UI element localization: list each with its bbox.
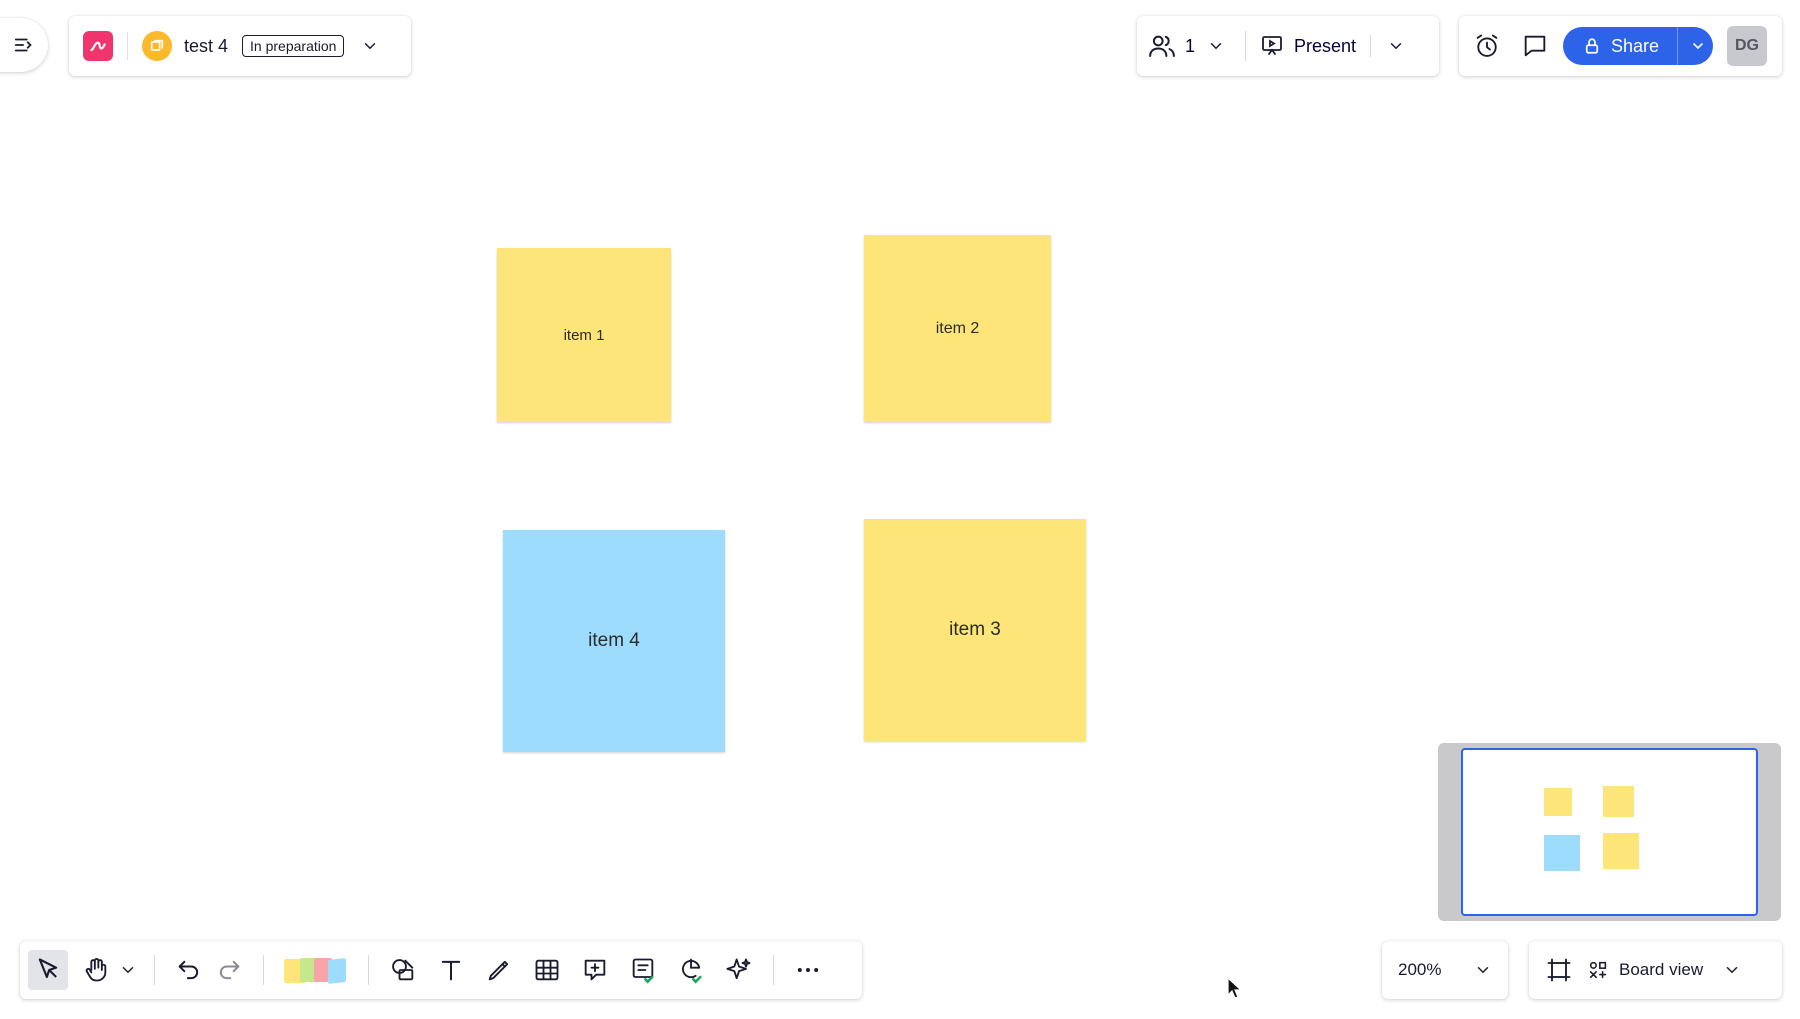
board-view-button[interactable]: Board view (1587, 959, 1741, 981)
divider (263, 955, 264, 985)
card-tool-button[interactable] (623, 950, 663, 990)
divider (773, 955, 774, 985)
sticky-note[interactable]: item 2 (864, 235, 1051, 422)
chevron-down-icon (1726, 967, 1738, 974)
present-icon (1262, 36, 1282, 55)
hand-icon (85, 958, 107, 982)
card-check-icon (632, 958, 654, 984)
comment-icon (1524, 35, 1546, 57)
sticky-note-text: item 3 (949, 619, 1001, 640)
lock-icon (1585, 38, 1599, 54)
shapes-tool-button[interactable] (383, 950, 423, 990)
pen-tool-button[interactable] (479, 950, 519, 990)
present-label: Present (1294, 35, 1357, 56)
divider (1677, 27, 1679, 65)
timer-button[interactable] (1467, 26, 1507, 66)
chevron-down-icon (1477, 967, 1489, 974)
collaboration-panel: 1 Present (1137, 16, 1439, 76)
frame-icon (1547, 958, 1571, 982)
sticky-note[interactable]: item 4 (503, 530, 725, 752)
view-control: Board view (1529, 941, 1782, 999)
bottom-toolbar (20, 941, 862, 999)
chevron-down-icon (365, 43, 376, 50)
comment-tool-button[interactable] (575, 950, 615, 990)
sync-tool-button[interactable] (671, 950, 711, 990)
minimap-sticky (1544, 835, 1580, 871)
sticky-note-text: item 1 (563, 326, 605, 344)
hand-tool-button[interactable] (76, 950, 116, 990)
more-tools-button[interactable] (788, 950, 828, 990)
redo-button[interactable] (209, 950, 249, 990)
board-view-icon (1589, 961, 1607, 979)
ai-tool-button[interactable] (719, 950, 759, 990)
chevron-down-icon[interactable] (1201, 26, 1231, 66)
minimap[interactable] (1438, 743, 1781, 921)
text-tool-button[interactable] (431, 950, 471, 990)
divider (1370, 35, 1372, 57)
select-tool-button[interactable] (28, 950, 68, 990)
comments-button[interactable] (1515, 26, 1555, 66)
board-view-label: Board view (1619, 960, 1704, 979)
board-icon[interactable] (142, 31, 172, 61)
undo-icon (178, 960, 199, 980)
present-button[interactable]: Present (1260, 34, 1356, 58)
chevron-down-icon[interactable] (1690, 38, 1706, 54)
present-options-button[interactable] (1381, 26, 1411, 66)
board-menu-button[interactable] (356, 26, 384, 66)
chevron-down-icon (1390, 43, 1402, 50)
users-icon (1149, 35, 1175, 57)
menu-collapse-icon (14, 38, 32, 52)
pen-icon (488, 960, 509, 981)
cursor-arrow-icon (38, 958, 58, 979)
more-horizontal-icon (797, 968, 819, 972)
table-tool-button[interactable] (527, 950, 567, 990)
divider (1245, 31, 1247, 61)
board-header: test 4 In preparation (69, 16, 411, 76)
timer-icon (1476, 34, 1498, 57)
sparkle-icon (726, 958, 751, 980)
minimap-sticky (1603, 833, 1639, 869)
minimap-sticky (1603, 786, 1634, 817)
shapes-icon (392, 959, 414, 981)
app-logo-icon[interactable] (83, 31, 113, 61)
divider (154, 955, 155, 985)
sync-check-icon (682, 958, 702, 984)
text-icon (441, 960, 461, 981)
tool-options-button[interactable] (116, 950, 140, 990)
share-button[interactable]: Share (1563, 27, 1713, 65)
zoom-level: 200% (1398, 960, 1442, 979)
sidebar-toggle-button[interactable] (0, 18, 48, 72)
undo-button[interactable] (169, 950, 209, 990)
redo-icon (219, 960, 240, 980)
board-title[interactable]: test 4 (184, 36, 228, 57)
divider (127, 32, 128, 60)
table-icon (535, 959, 559, 981)
chevron-down-icon (122, 967, 134, 974)
collaborator-count: 1 (1185, 35, 1196, 56)
zoom-control[interactable]: 200% (1382, 941, 1508, 999)
sticky-note-text: item 2 (935, 319, 980, 337)
sticky-note[interactable]: item 3 (864, 519, 1086, 741)
avatar-initials: DG (1735, 37, 1759, 54)
sticky-notes-tool-button[interactable] (278, 950, 354, 990)
sticky-stack-icon (328, 958, 346, 984)
comment-add-icon (584, 959, 606, 981)
mouse-cursor-icon (1227, 977, 1243, 999)
minimap-sticky (1544, 788, 1572, 816)
share-label: Share (1611, 35, 1660, 56)
divider (368, 955, 369, 985)
avatar[interactable]: DG (1727, 26, 1767, 66)
sticky-note[interactable]: item 1 (497, 248, 671, 422)
status-badge[interactable]: In preparation (242, 35, 345, 57)
actions-panel: Share DG (1459, 16, 1782, 76)
collaborators-button[interactable]: 1 (1147, 26, 1231, 66)
sticky-note-text: item 4 (588, 630, 640, 651)
minimap-viewport[interactable] (1461, 748, 1758, 916)
frames-button[interactable] (1539, 950, 1579, 990)
